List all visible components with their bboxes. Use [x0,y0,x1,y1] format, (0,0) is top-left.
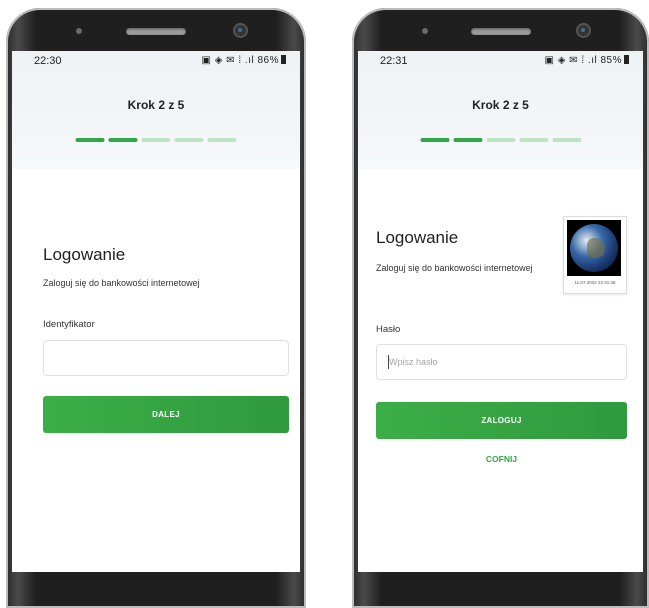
step-title: Krok 2 z 5 [472,98,529,112]
status-indicators: ▣ ◈ ✉ ⁞ .ıl 86% [201,55,279,66]
progress-segment [453,138,482,142]
status-bar: 22:30 ▣ ◈ ✉ ⁞ .ıl 86% [12,53,300,71]
top-bezel [352,8,649,50]
back-link[interactable]: COFNIJ [376,454,627,464]
header-area: 22:30 ▣ ◈ ✉ ⁞ .ıl 86% Krok 2 z 5 [12,51,300,169]
step-progress [75,138,237,142]
header-area: 22:31 ▣ ◈ ✉ ⁞ .ıl 85% Krok 2 z 5 [358,51,643,169]
sensor [422,28,428,34]
top-bezel [6,8,306,50]
progress-segment [141,138,171,142]
speaker [470,28,531,35]
progress-segment [207,138,237,142]
bottom-bezel [352,572,649,608]
battery-icon [281,55,286,64]
login-button[interactable]: ZALOGUJ [376,402,627,439]
page-subtitle: Zaloguj się do bankowości internetowej [43,278,200,288]
progress-segment [75,138,105,142]
sensor [76,28,82,34]
progress-segment [486,138,515,142]
status-indicators: ▣ ◈ ✉ ⁞ .ıl 85% [544,55,622,66]
step-title: Krok 2 z 5 [127,98,185,112]
speaker [126,28,186,35]
phone-right: 22:31 ▣ ◈ ✉ ⁞ .ıl 85% Krok 2 z 5 Logowan… [352,8,649,608]
front-camera [578,25,589,36]
step-progress [420,138,581,142]
security-image: 11.07.2022 22:31:36 [563,216,627,294]
progress-segment [108,138,138,142]
next-button[interactable]: DALEJ [43,396,289,433]
battery-icon [624,55,629,64]
status-bar: 22:31 ▣ ◈ ✉ ⁞ .ıl 85% [358,53,643,71]
identifier-input[interactable] [43,340,289,376]
screen-step-password: 22:31 ▣ ◈ ✉ ⁞ .ıl 85% Krok 2 z 5 Logowan… [358,51,643,572]
text-cursor [388,355,389,369]
status-time: 22:30 [34,55,62,67]
bottom-bezel [6,572,306,608]
earth-photo-icon [567,220,621,276]
security-image-timestamp: 11.07.2022 22:31:36 [574,280,616,285]
progress-segment [519,138,548,142]
front-camera [235,25,246,36]
screen-step-identifier: 22:30 ▣ ◈ ✉ ⁞ .ıl 86% Krok 2 z 5 Logowan… [12,51,300,572]
status-time: 22:31 [380,55,408,67]
status-icons: ▣ ◈ ✉ ⁞ .ıl 86% [202,55,286,66]
progress-segment [420,138,449,142]
identifier-label: Identyfikator [43,319,95,330]
status-icons: ▣ ◈ ✉ ⁞ .ıl 85% [545,55,629,66]
password-label: Hasło [376,324,401,335]
page-title: Logowanie [43,245,126,264]
progress-segment [174,138,204,142]
phone-left: 22:30 ▣ ◈ ✉ ⁞ .ıl 86% Krok 2 z 5 Logowan… [6,8,306,608]
progress-segment [552,138,581,142]
page-title: Logowanie [376,228,459,247]
page-subtitle: Zaloguj się do bankowości internetowej [376,263,533,273]
password-input[interactable] [376,344,627,380]
